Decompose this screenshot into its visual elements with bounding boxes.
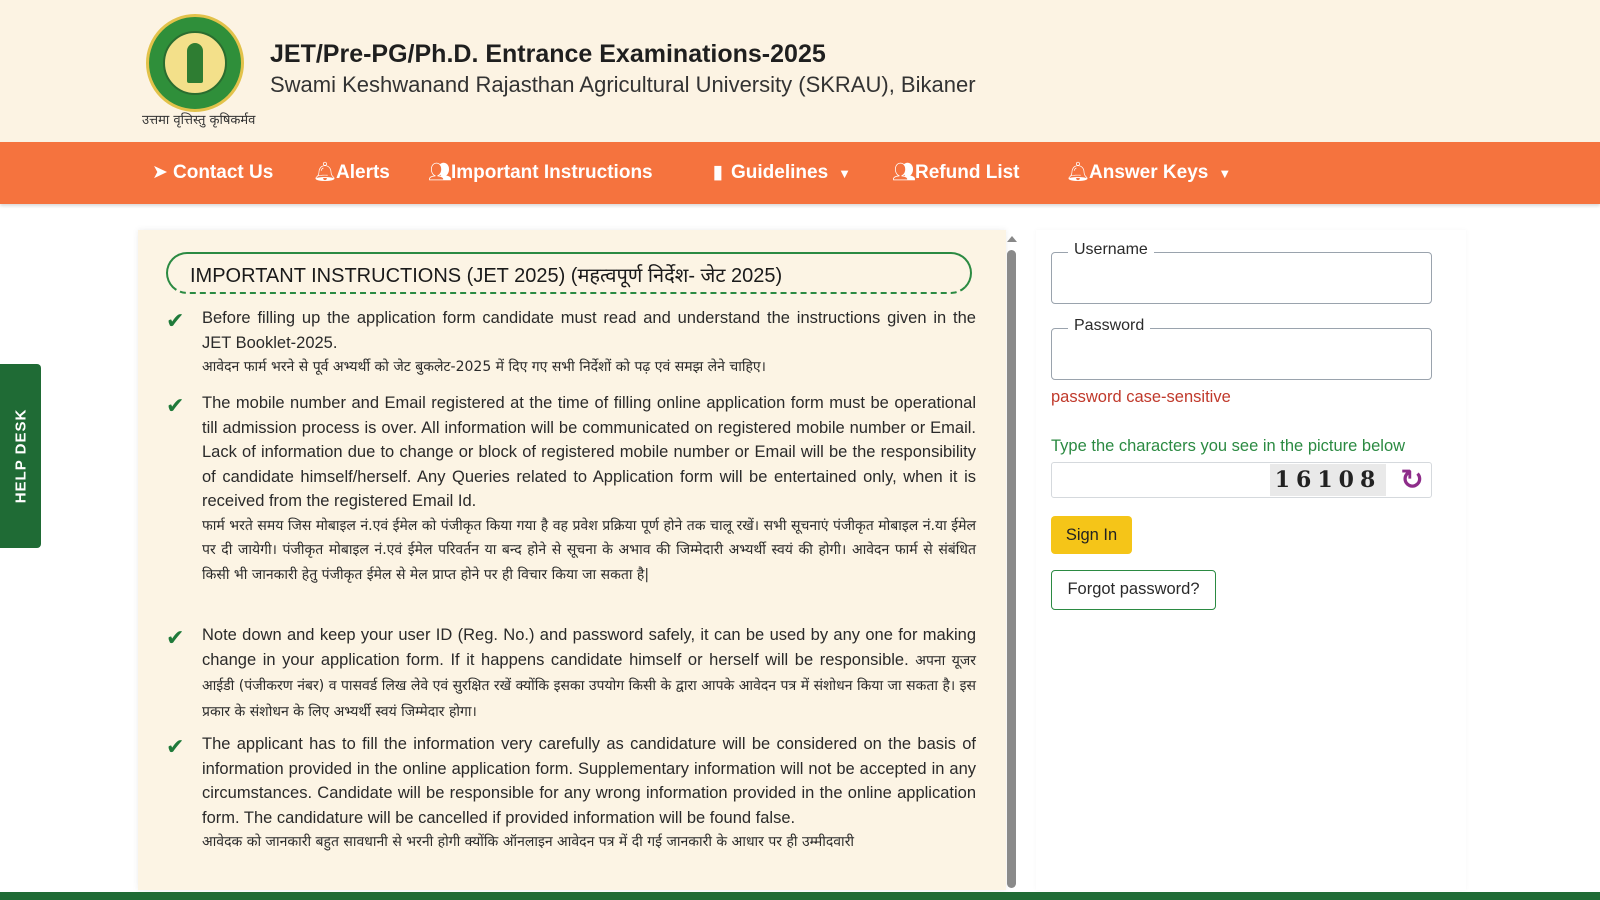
captcha-input[interactable] <box>1058 467 1262 495</box>
instructions-heading: IMPORTANT INSTRUCTIONS (JET 2025) (महत्व… <box>166 252 972 294</box>
help-desk-tab[interactable]: HELP DESK <box>0 364 41 548</box>
forgot-password-button[interactable]: Forgot password? <box>1051 570 1216 610</box>
password-note: password case-sensitive <box>1051 388 1231 406</box>
instructions-panel: IMPORTANT INSTRUCTIONS (JET 2025) (महत्व… <box>138 230 1006 890</box>
university-name: Swami Keshwanand Rajasthan Agricultural … <box>270 72 976 97</box>
scrollbar-thumb[interactable] <box>1007 250 1016 888</box>
main-nav: ➤ Contact Us 🔔︎Alerts 👥︎Important Instruc… <box>0 142 1600 204</box>
help-desk-label: HELP DESK <box>12 408 29 504</box>
chevron-down-icon: ▼ <box>1218 166 1232 181</box>
nav-important-instructions[interactable]: 👥︎Important Instructions <box>428 142 653 204</box>
header: उत्तमा वृत्तिस्तु कृषिकर्मव JET/Pre-PG/P… <box>0 0 1600 142</box>
bell-icon: 🔔︎ <box>313 162 338 183</box>
list-item: ✔ The applicant has to fill the informat… <box>166 734 976 850</box>
bar-chart-icon: ▮ <box>712 162 724 183</box>
captcha-image: 16108 <box>1270 464 1386 496</box>
login-panel: Username Password password case-sensitiv… <box>1036 230 1466 890</box>
nav-answer-keys[interactable]: 🔔︎Answer Keys ▼ <box>1066 142 1231 204</box>
nav-alerts[interactable]: 🔔︎Alerts <box>313 142 390 204</box>
check-icon: ✔ <box>166 734 185 759</box>
user-group-icon: 👥︎ <box>428 162 453 183</box>
scroll-up-arrow-icon[interactable] <box>1007 236 1017 242</box>
page-title: JET/Pre-PG/Ph.D. Entrance Examinations-2… <box>270 40 826 68</box>
check-icon: ✔ <box>166 393 185 418</box>
refresh-captcha-icon[interactable]: ↻ <box>1396 464 1428 496</box>
nav-contact-us[interactable]: ➤ Contact Us <box>150 142 273 204</box>
university-logo <box>146 14 244 112</box>
paper-plane-icon: ➤ <box>152 162 168 183</box>
username-field: Username <box>1051 241 1432 304</box>
captcha-label: Type the characters you see in the pictu… <box>1051 437 1406 455</box>
bell-icon: 🔔︎ <box>1066 162 1091 183</box>
instructions-scrollbar[interactable] <box>1004 232 1018 890</box>
nav-guidelines[interactable]: ▮ Guidelines ▼ <box>708 142 851 204</box>
logo-motto: उत्तमा वृत्तिस्तु कृषिकर्मव <box>142 113 256 128</box>
username-label: Username <box>1068 241 1154 259</box>
nav-refund-list[interactable]: 👥︎Refund List <box>892 142 1020 204</box>
sign-in-button[interactable]: Sign In <box>1051 516 1132 554</box>
footer-bar <box>0 892 1600 900</box>
chevron-down-icon: ▼ <box>838 166 852 181</box>
password-input[interactable] <box>1060 341 1424 373</box>
check-icon: ✔ <box>166 308 185 333</box>
captcha-row: 16108 ↻ <box>1051 462 1432 498</box>
list-item: ✔ The mobile number and Email registered… <box>166 393 976 583</box>
username-input[interactable] <box>1060 265 1424 297</box>
list-item: ✔ Before filling up the application form… <box>166 308 976 375</box>
check-icon: ✔ <box>166 625 185 650</box>
password-field: Password <box>1051 317 1432 380</box>
list-item: ✔ Note down and keep your user ID (Reg. … <box>166 625 976 720</box>
password-label: Password <box>1068 317 1151 335</box>
user-group-icon: 👥︎ <box>892 162 917 183</box>
